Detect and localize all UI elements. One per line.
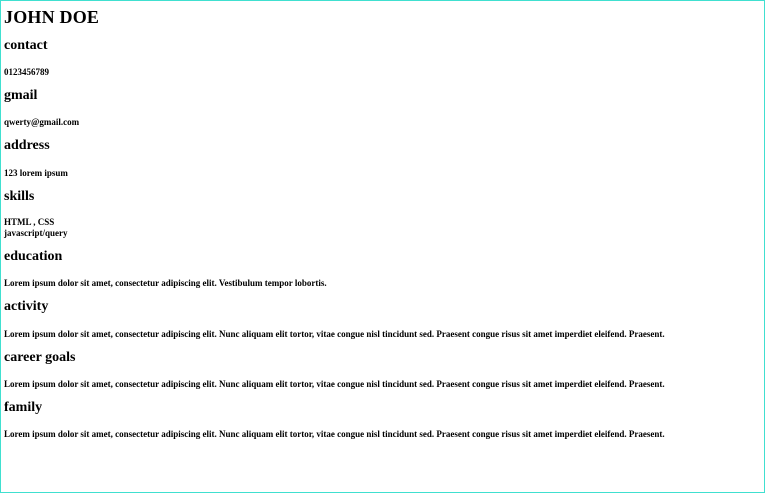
activity-text: Lorem ipsum dolor sit amet, consectetur … — [4, 329, 665, 339]
skills-line-html-css: HTML , CSS — [4, 217, 55, 227]
career-goals-text: Lorem ipsum dolor sit amet, consectetur … — [4, 379, 665, 389]
address-heading: address — [4, 138, 50, 153]
gmail-heading: gmail — [4, 88, 38, 103]
address-value: 123 lorem ipsum — [4, 168, 68, 178]
skills-list: HTML , CSS javascript/query — [4, 217, 68, 239]
activity-heading: activity — [4, 299, 49, 314]
contact-value: 0123456789 — [4, 67, 49, 77]
contact-heading: contact — [4, 38, 48, 53]
career-goals-heading: career goals — [4, 350, 76, 365]
education-text: Lorem ipsum dolor sit amet, consectetur … — [4, 278, 327, 288]
gmail-value: qwerty@gmail.com — [4, 117, 80, 127]
family-text: Lorem ipsum dolor sit amet, consectetur … — [4, 429, 665, 439]
resume-name-title: JOHN DOE — [4, 7, 100, 27]
resume-page: JOHN DOE contact 0123456789 gmail qwerty… — [0, 0, 765, 493]
education-heading: education — [4, 249, 63, 264]
skills-heading: skills — [4, 189, 35, 204]
family-heading: family — [4, 400, 43, 415]
skills-line-javascript: javascript/query — [4, 228, 68, 238]
